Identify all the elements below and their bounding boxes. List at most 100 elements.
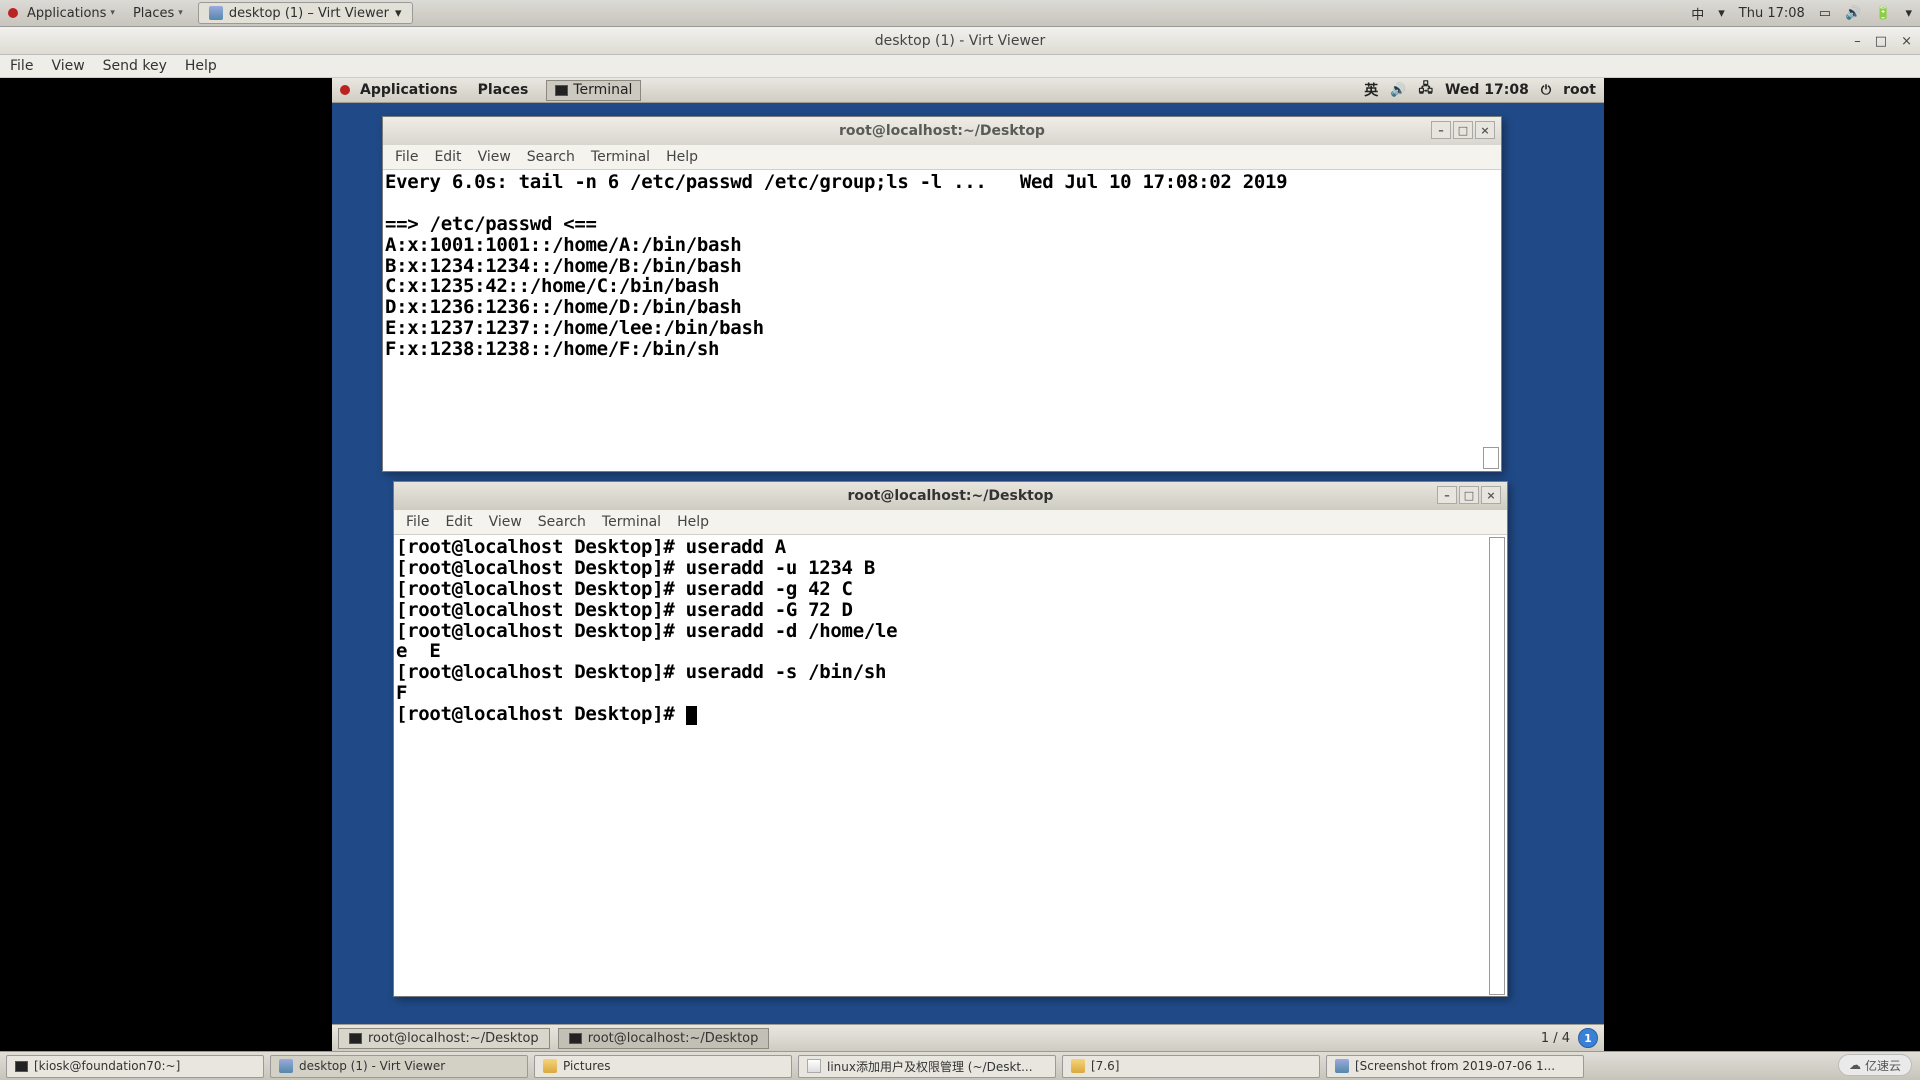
activities-icon: [8, 8, 18, 18]
host-tray: 中 ▾ Thu 17:08 ▭ 🔊 🔋 ▾: [1691, 4, 1912, 23]
terminal-window-watch[interactable]: root@localhost:~/Desktop – □ × File Edit…: [382, 116, 1502, 472]
taskbar-button-76[interactable]: [7.6]: [1062, 1055, 1320, 1078]
menu-terminal[interactable]: Terminal: [602, 514, 661, 530]
host-bottom-taskbar: [kiosk@foundation70:~] desktop (1) - Vir…: [0, 1051, 1920, 1080]
terminal-titlebar[interactable]: root@localhost:~/Desktop – □ ×: [383, 117, 1501, 145]
label: Terminal: [573, 82, 632, 98]
chevron-down-icon: ▾: [178, 8, 183, 18]
workspace-text: 1 / 4: [1541, 1031, 1570, 1046]
menu-help[interactable]: Help: [666, 149, 698, 165]
user-label[interactable]: root: [1563, 82, 1596, 98]
letterbox-right: [1604, 78, 1920, 1024]
folder-icon: [543, 1059, 557, 1073]
menu-file[interactable]: File: [10, 58, 33, 74]
menu-file[interactable]: File: [406, 514, 429, 530]
host-clock[interactable]: Thu 17:08: [1739, 6, 1805, 21]
menu-help[interactable]: Help: [185, 58, 217, 74]
scrollbar-track[interactable]: [1489, 537, 1505, 995]
volume-icon[interactable]: 🔊: [1845, 6, 1861, 21]
ime-indicator[interactable]: 中: [1691, 4, 1704, 23]
terminal-icon: [569, 1033, 582, 1044]
workspace-badge[interactable]: 1: [1578, 1028, 1598, 1048]
menu-search[interactable]: Search: [538, 514, 586, 530]
display-icon[interactable]: ▭: [1819, 6, 1831, 21]
label: root@localhost:~/Desktop: [368, 1031, 539, 1046]
terminal-icon: [349, 1033, 362, 1044]
terminal-output[interactable]: [root@localhost Desktop]# useradd A [roo…: [394, 535, 1507, 727]
taskbar-button-pictures[interactable]: Pictures: [534, 1055, 792, 1078]
menu-view[interactable]: View: [489, 514, 522, 530]
maximize-button[interactable]: □: [1453, 121, 1473, 139]
display-icon: [209, 6, 223, 20]
label: Pictures: [563, 1059, 611, 1073]
minimize-button[interactable]: –: [1437, 486, 1457, 504]
terminal-window-shell[interactable]: root@localhost:~/Desktop – □ × File Edit…: [393, 481, 1508, 997]
menu-terminal[interactable]: Terminal: [591, 149, 650, 165]
terminal-output[interactable]: Every 6.0s: tail -n 6 /etc/passwd /etc/g…: [383, 170, 1501, 362]
label: 亿速云: [1865, 1057, 1901, 1074]
label: Places: [133, 6, 174, 21]
menu-sendkey[interactable]: Send key: [103, 58, 167, 74]
brand-watermark: ☁ 亿速云: [1838, 1054, 1912, 1076]
menu-edit[interactable]: Edit: [445, 514, 472, 530]
text-editor-icon: [807, 1059, 821, 1073]
label: Applications: [27, 6, 106, 21]
network-icon[interactable]: 🖧: [1418, 79, 1433, 101]
terminal-icon: [555, 85, 568, 96]
menu-view[interactable]: View: [51, 58, 84, 74]
host-task-virtviewer[interactable]: desktop (1) – Virt Viewer ▾: [198, 2, 413, 24]
guest-places-menu[interactable]: Places: [468, 78, 539, 103]
chevron-down-icon: ▾: [1718, 6, 1725, 21]
label: Places: [478, 82, 529, 98]
maximize-button[interactable]: □: [1459, 486, 1479, 504]
guest-task-terminal[interactable]: Terminal: [546, 80, 641, 101]
window-title: root@localhost:~/Desktop: [839, 123, 1045, 139]
scrollbar-thumb[interactable]: [1483, 447, 1499, 469]
volume-icon[interactable]: 🔊: [1390, 83, 1406, 98]
battery-icon[interactable]: 🔋: [1875, 6, 1891, 21]
ime-indicator[interactable]: 英: [1364, 80, 1378, 100]
terminal-menubar: File Edit View Search Terminal Help: [383, 145, 1501, 170]
label: [kiosk@foundation70:~]: [34, 1059, 180, 1073]
virt-viewer-window: desktop (1) - Virt Viewer – □ × File Vie…: [0, 27, 1920, 1051]
menu-search[interactable]: Search: [527, 149, 575, 165]
label: root@localhost:~/Desktop: [588, 1031, 759, 1046]
minimize-button[interactable]: –: [1431, 121, 1451, 139]
label: linux添加用户及权限管理 (~/Deskt...: [827, 1058, 1033, 1075]
taskbar-button-virtviewer[interactable]: desktop (1) - Virt Viewer: [270, 1055, 528, 1078]
display-icon: [279, 1059, 293, 1073]
activities-icon: [340, 85, 350, 95]
virt-viewer-menubar: File View Send key Help: [0, 55, 1920, 78]
minimize-button[interactable]: –: [1854, 34, 1861, 49]
guest-applications-menu[interactable]: Applications: [350, 78, 468, 103]
folder-icon: [1071, 1059, 1085, 1073]
chevron-down-icon: ▾: [395, 6, 402, 21]
guest-bottom-taskbar: root@localhost:~/Desktop root@localhost:…: [332, 1024, 1604, 1051]
menu-help[interactable]: Help: [677, 514, 709, 530]
host-applications-menu[interactable]: Applications ▾: [18, 0, 124, 27]
close-button[interactable]: ×: [1901, 34, 1912, 49]
taskbar-button-gedit[interactable]: linux添加用户及权限管理 (~/Deskt...: [798, 1055, 1056, 1078]
chevron-down-icon: ▾: [1905, 6, 1912, 21]
close-button[interactable]: ×: [1475, 121, 1495, 139]
maximize-button[interactable]: □: [1875, 34, 1887, 49]
close-button[interactable]: ×: [1481, 486, 1501, 504]
menu-file[interactable]: File: [395, 149, 418, 165]
virt-viewer-titlebar[interactable]: desktop (1) - Virt Viewer – □ ×: [0, 27, 1920, 55]
taskbar-button-kiosk-terminal[interactable]: [kiosk@foundation70:~]: [6, 1055, 264, 1078]
taskbar-button-screenshot[interactable]: [Screenshot from 2019-07-06 1...: [1326, 1055, 1584, 1078]
guest-clock[interactable]: Wed 17:08: [1445, 82, 1529, 98]
label: [Screenshot from 2019-07-06 1...: [1355, 1059, 1555, 1073]
label: desktop (1) – Virt Viewer: [229, 6, 389, 21]
taskbar-button-terminal-1[interactable]: root@localhost:~/Desktop: [338, 1028, 550, 1049]
terminal-titlebar[interactable]: root@localhost:~/Desktop – □ ×: [394, 482, 1507, 510]
guest-tray: 英 🔊 🖧 Wed 17:08 ⏻ root: [1364, 79, 1596, 101]
menu-view[interactable]: View: [478, 149, 511, 165]
window-title: root@localhost:~/Desktop: [848, 488, 1054, 504]
label: Applications: [360, 82, 458, 98]
taskbar-button-terminal-2[interactable]: root@localhost:~/Desktop: [558, 1028, 770, 1049]
host-places-menu[interactable]: Places ▾: [124, 0, 192, 27]
menu-edit[interactable]: Edit: [434, 149, 461, 165]
chevron-down-icon: ▾: [110, 8, 115, 18]
power-icon[interactable]: ⏻: [1541, 83, 1551, 98]
